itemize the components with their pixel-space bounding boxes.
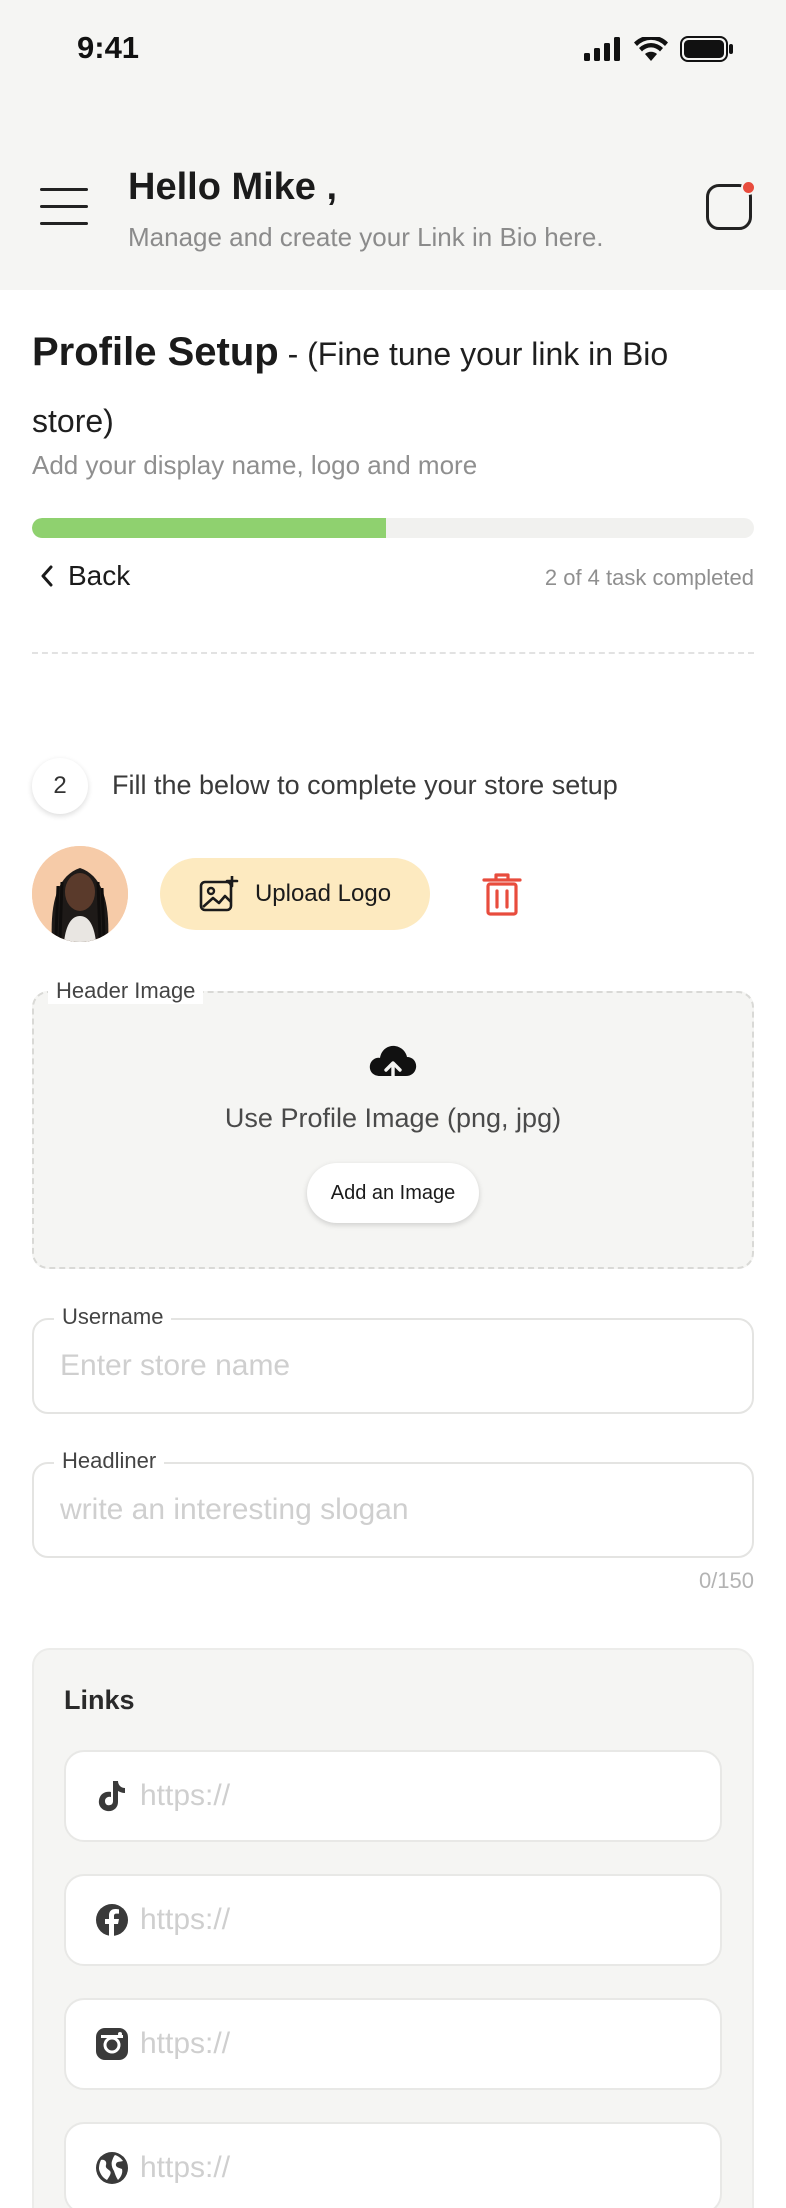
username-input[interactable] — [60, 1344, 720, 1388]
tiktok-url-input[interactable] — [140, 1774, 700, 1818]
website-url-input[interactable] — [140, 2146, 700, 2190]
back-label: Back — [68, 560, 131, 591]
link-field-facebook[interactable] — [64, 1874, 722, 1966]
menu-bar-icon — [40, 222, 88, 225]
status-time: 9:41 — [77, 30, 140, 65]
notification-button[interactable] — [706, 180, 756, 230]
upload-logo-label: Upload Logo — [254, 880, 392, 907]
link-field-website[interactable] — [64, 2122, 722, 2208]
greeting: Hello Mike , — [128, 166, 338, 208]
username-field[interactable]: Username — [32, 1304, 754, 1414]
avatar[interactable] — [32, 846, 128, 942]
chevron-left-icon — [41, 565, 53, 587]
page-title-main: Profile Setup — [32, 330, 279, 374]
header-image-label: Header Image — [48, 978, 204, 1004]
image-add-icon — [199, 876, 239, 912]
progress-bar — [32, 518, 754, 538]
task-status: 2 of 4 task completed — [544, 565, 754, 590]
menu-bar-icon — [40, 188, 88, 191]
signal-icon — [584, 37, 620, 61]
instagram-url-input[interactable] — [140, 2022, 700, 2066]
trash-icon — [482, 873, 522, 916]
headliner-char-counter: 0/150 — [698, 1568, 754, 1593]
headliner-input[interactable] — [60, 1488, 720, 1532]
menu-button[interactable] — [40, 188, 88, 226]
page-subtitle: Add your display name, logo and more — [32, 450, 478, 480]
link-field-instagram[interactable] — [64, 1998, 722, 2090]
avatar-image — [32, 846, 128, 942]
header-image-hint: Use Profile Image (png, jpg) — [224, 1103, 562, 1133]
add-image-button[interactable]: Add an Image — [307, 1163, 479, 1223]
back-button[interactable]: Back — [40, 560, 130, 592]
facebook-url-input[interactable] — [140, 1898, 700, 1942]
notification-dot — [741, 180, 756, 195]
links-title: Links — [64, 1685, 135, 1715]
facebook-icon — [94, 1902, 130, 1938]
step-badge: 2 — [32, 758, 88, 814]
globe-icon — [94, 2150, 130, 2186]
top-header: 9:41 Hello Mike , Manage and create your… — [0, 0, 786, 290]
progress-fill — [32, 518, 386, 538]
link-field-tiktok[interactable] — [64, 1750, 722, 1842]
headliner-field[interactable]: Headliner — [32, 1448, 754, 1558]
section-divider — [32, 652, 754, 654]
delete-logo-button[interactable] — [482, 872, 522, 916]
cloud-upload-icon — [368, 1044, 418, 1088]
instagram-icon — [94, 2026, 130, 2062]
upload-logo-button[interactable]: Upload Logo — [160, 858, 430, 930]
step-text: Fill the below to complete your store se… — [112, 770, 618, 800]
username-label: Username — [54, 1304, 172, 1330]
greeting-subtitle: Manage and create your Link in Bio here. — [128, 222, 604, 252]
tiktok-icon — [94, 1778, 130, 1814]
battery-icon — [680, 36, 733, 62]
page-title: Profile Setup - (Fine tune your link in … — [32, 322, 752, 458]
menu-bar-icon — [40, 205, 88, 208]
headliner-label: Headliner — [54, 1448, 165, 1474]
wifi-icon — [634, 37, 668, 61]
status-icons — [584, 36, 734, 62]
